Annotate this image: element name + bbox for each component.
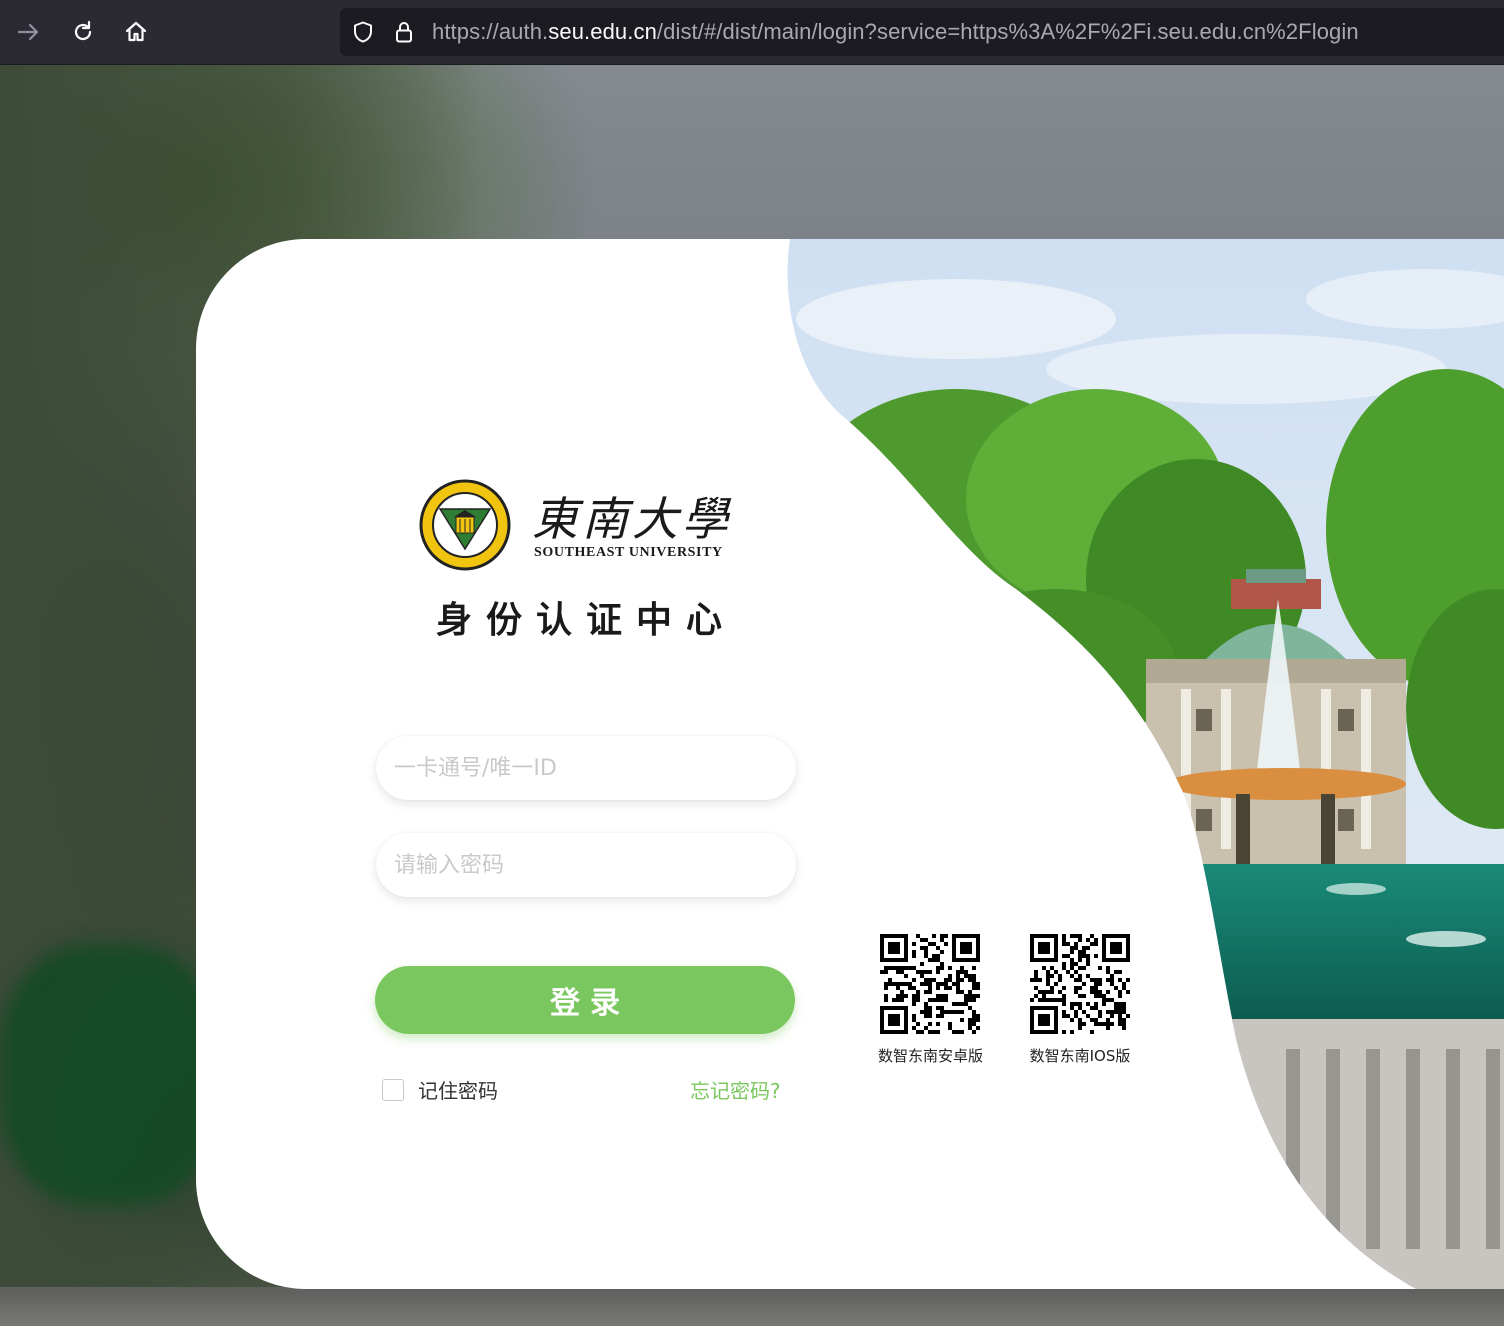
- ios-app-label: 数智东南IOS版: [1029, 1047, 1131, 1065]
- remember-password-option[interactable]: 记住密码: [382, 1075, 498, 1104]
- home-icon[interactable]: [118, 14, 154, 50]
- login-button[interactable]: 登录: [375, 966, 795, 1034]
- username-input[interactable]: [376, 736, 796, 800]
- university-logo: 東南大學 SOUTHEAST UNIVERSITY: [418, 479, 728, 571]
- qr-code-icon: [880, 934, 980, 1034]
- remember-password-label: 记住密码: [418, 1079, 498, 1103]
- android-app-label: 数智东南安卓版: [878, 1047, 984, 1065]
- remember-password-checkbox[interactable]: [382, 1078, 404, 1101]
- password-input[interactable]: [376, 833, 796, 897]
- android-app-qr: 数智东南安卓版: [878, 929, 984, 1066]
- page-title: 身份认证中心: [436, 600, 737, 641]
- url-host: seu.edu.cn: [548, 19, 657, 44]
- university-name-cn: 東南大學: [532, 492, 732, 546]
- forgot-password-link[interactable]: 忘记密码?: [690, 1075, 781, 1104]
- university-seal-icon: [419, 479, 511, 571]
- browser-toolbar: https://auth.seu.edu.cn/dist/#/dist/main…: [0, 0, 1504, 65]
- university-name-en: SOUTHEAST UNIVERSITY: [534, 545, 723, 560]
- qr-code-icon: [1030, 934, 1130, 1034]
- address-bar[interactable]: https://auth.seu.edu.cn/dist/#/dist/main…: [340, 8, 1504, 56]
- url-text[interactable]: https://auth.seu.edu.cn/dist/#/dist/main…: [432, 19, 1359, 45]
- forward-icon[interactable]: [11, 14, 47, 50]
- login-card: 東南大學 SOUTHEAST UNIVERSITY 身份认证中心 登录 记住密码…: [196, 239, 1504, 1289]
- shield-icon[interactable]: [351, 20, 375, 44]
- reload-icon[interactable]: [65, 14, 101, 50]
- ios-app-qr: 数智东南IOS版: [1028, 929, 1132, 1066]
- lock-icon[interactable]: [392, 20, 416, 44]
